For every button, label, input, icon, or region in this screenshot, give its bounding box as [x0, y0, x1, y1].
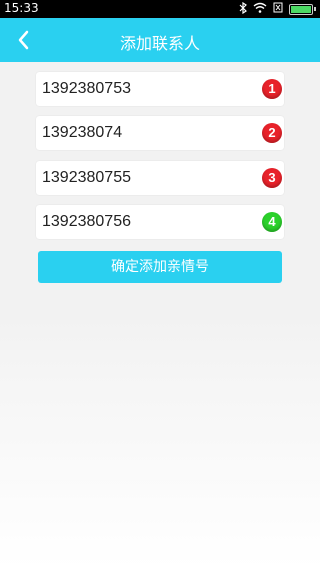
no-sim-icon — [273, 2, 283, 16]
number-badge-1: 1 — [262, 79, 282, 99]
phone-input-2[interactable] — [42, 116, 242, 150]
wifi-icon — [253, 2, 267, 16]
status-bar: 15:33 — [0, 0, 320, 18]
phone-input-3[interactable] — [42, 161, 242, 195]
phone-input-1[interactable] — [42, 72, 242, 106]
battery-icon — [289, 3, 313, 15]
contact-row-2: 2 — [36, 116, 284, 150]
contact-row-4: 4 — [36, 205, 284, 239]
contact-row-3: 3 — [36, 161, 284, 195]
phone-input-4[interactable] — [42, 205, 242, 239]
status-time: 15:33 — [4, 1, 39, 15]
contact-row-1: 1 — [36, 72, 284, 106]
number-badge-2: 2 — [262, 123, 282, 143]
page-title: 添加联系人 — [119, 34, 200, 53]
confirm-add-button[interactable]: 确定添加亲情号 — [38, 251, 282, 283]
status-icons — [239, 1, 316, 17]
header-bar: 添加联系人 — [0, 18, 320, 62]
bluetooth-icon — [239, 1, 247, 17]
battery-level — [291, 5, 311, 13]
number-badge-4: 4 — [262, 212, 282, 232]
number-badge-3: 3 — [262, 168, 282, 188]
battery-tip — [314, 7, 316, 11]
